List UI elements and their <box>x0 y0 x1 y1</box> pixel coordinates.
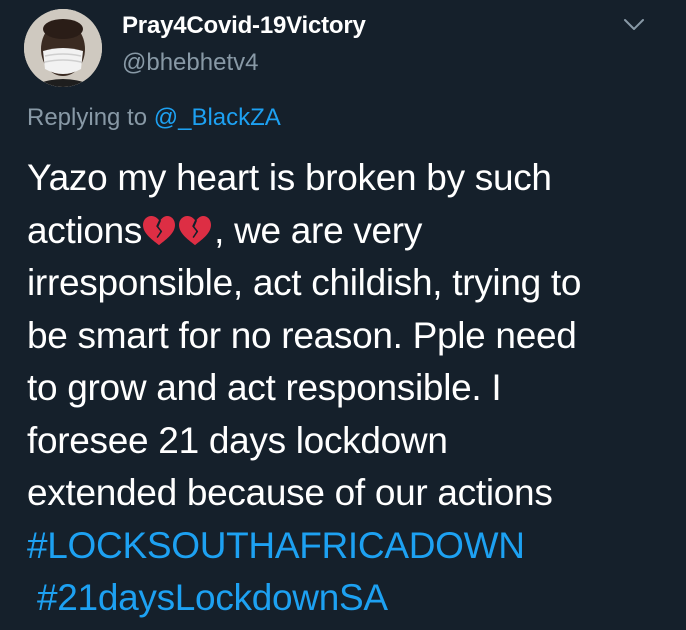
hashtag-link[interactable]: #LOCKSOUTHAFRICADOWN <box>27 525 525 566</box>
broken-heart-icon <box>179 215 212 245</box>
chevron-down-icon[interactable] <box>623 18 645 32</box>
reply-mention-link[interactable]: @_BlackZA <box>154 104 281 131</box>
hashtag-link[interactable]: #21daysLockdownSA <box>37 577 388 618</box>
replying-to-label: Replying to <box>27 104 154 131</box>
tweet-line: #LOCKSOUTHAFRICADOWN <box>27 520 667 573</box>
user-handle[interactable]: @bhebhetv4 <box>122 49 258 77</box>
tweet-line: irresponsible, act childish, trying to <box>27 262 582 303</box>
avatar[interactable] <box>24 9 102 87</box>
tweet-line: actions , we are very <box>27 205 667 258</box>
tweet-line: foresee 21 days lockdown <box>27 419 448 461</box>
tweet-text: Yazo my heart is broken by such actions,… <box>27 152 667 625</box>
tweet-line-text: , we are very <box>214 209 423 251</box>
tweet-line-text: actions <box>27 209 143 251</box>
tweet-line: Yazo my heart is broken by such <box>27 157 552 198</box>
display-name[interactable]: Pray4Covid-19Victory <box>122 12 366 40</box>
tweet-line: #21daysLockdownSA <box>27 572 667 625</box>
tweet-card: Pray4Covid-19Victory @bhebhetv4 Replying… <box>0 0 686 630</box>
profile-photo-icon <box>24 9 102 87</box>
replying-to: Replying to @_BlackZA <box>27 104 281 132</box>
tweet-line: be smart for no reason. Pple need <box>27 314 577 356</box>
broken-heart-icon <box>143 215 176 245</box>
tweet-line: to grow and act responsible. I <box>27 367 502 408</box>
tweet-line: extended because of our actions <box>27 472 553 513</box>
